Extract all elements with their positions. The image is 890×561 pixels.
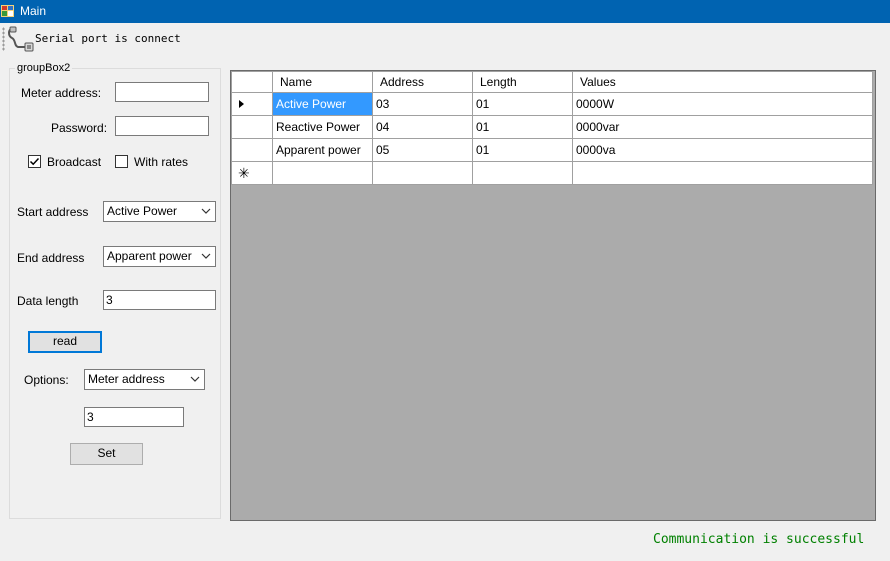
grid-corner-header[interactable]: [231, 71, 273, 93]
meter-address-input[interactable]: [115, 82, 209, 102]
start-address-combo[interactable]: Active Power: [103, 201, 216, 222]
new-row[interactable]: ✳: [231, 161, 873, 185]
read-button[interactable]: read: [28, 331, 102, 353]
end-address-label: End address: [17, 251, 85, 265]
cell-value[interactable]: 0000W: [572, 92, 873, 116]
checkmark-icon: [29, 157, 40, 166]
options-label: Options:: [24, 373, 69, 387]
cell-name[interactable]: Active Power: [272, 92, 373, 116]
window-title: Main: [20, 4, 47, 18]
row-header[interactable]: [231, 92, 273, 116]
with-rates-checkbox[interactable]: [115, 155, 128, 168]
broadcast-label: Broadcast: [47, 155, 102, 169]
broadcast-checkbox[interactable]: [28, 155, 41, 168]
options-value: Meter address: [88, 372, 165, 386]
end-address-combo[interactable]: Apparent power: [103, 246, 216, 267]
column-header-name[interactable]: Name: [272, 71, 373, 93]
password-input[interactable]: [115, 116, 209, 136]
cell-value[interactable]: 0000var: [572, 115, 873, 139]
end-address-value: Apparent power: [107, 249, 192, 263]
data-length-input[interactable]: 3: [103, 290, 216, 310]
password-label: Password:: [51, 121, 108, 135]
cell-address[interactable]: 05: [372, 138, 473, 162]
cell-length[interactable]: [472, 161, 573, 185]
toolbar-grip[interactable]: [2, 27, 5, 51]
data-grid[interactable]: Name Address Length Values Active Power …: [230, 70, 876, 521]
table-row[interactable]: Apparent power 05 01 0000va: [231, 138, 873, 162]
column-header-address[interactable]: Address: [372, 71, 473, 93]
row-header[interactable]: [231, 115, 273, 139]
new-row-asterisk-icon: ✳: [238, 165, 250, 181]
serial-port-icon: [8, 26, 34, 52]
column-header-values[interactable]: Values: [572, 71, 873, 93]
cell-address[interactable]: 03: [372, 92, 473, 116]
cell-name[interactable]: [272, 161, 373, 185]
title-bar: Main: [0, 0, 890, 23]
row-header[interactable]: [231, 138, 273, 162]
cell-length[interactable]: 01: [472, 92, 573, 116]
current-row-arrow-icon: [239, 100, 244, 108]
table-row[interactable]: Active Power 03 01 0000W: [231, 92, 873, 116]
data-grid-table: Name Address Length Values Active Power …: [231, 71, 873, 185]
serial-status-label: Serial port is connect: [35, 32, 181, 45]
chevron-down-icon: [201, 253, 211, 259]
start-address-value: Active Power: [107, 204, 178, 218]
grid-header-row: Name Address Length Values: [231, 71, 873, 93]
cell-address[interactable]: 04: [372, 115, 473, 139]
row-header[interactable]: ✳: [231, 161, 273, 185]
with-rates-label: With rates: [134, 155, 189, 169]
cell-value[interactable]: 0000va: [572, 138, 873, 162]
communication-status: Communication is successful: [653, 532, 865, 547]
options-value-input[interactable]: 3: [84, 407, 184, 427]
cell-length[interactable]: 01: [472, 138, 573, 162]
options-combo[interactable]: Meter address: [84, 369, 205, 390]
cell-name[interactable]: Reactive Power: [272, 115, 373, 139]
meter-address-label: Meter address:: [21, 86, 102, 100]
app-icon: [1, 5, 14, 17]
cell-address[interactable]: [372, 161, 473, 185]
data-length-label: Data length: [17, 294, 79, 308]
table-row[interactable]: Reactive Power 04 01 0000var: [231, 115, 873, 139]
column-header-length[interactable]: Length: [472, 71, 573, 93]
cell-length[interactable]: 01: [472, 115, 573, 139]
cell-name[interactable]: Apparent power: [272, 138, 373, 162]
chevron-down-icon: [190, 376, 200, 382]
cell-value[interactable]: [572, 161, 873, 185]
start-address-label: Start address: [17, 205, 89, 219]
chevron-down-icon: [201, 208, 211, 214]
set-button[interactable]: Set: [70, 443, 143, 465]
group-box-title: groupBox2: [15, 62, 73, 74]
toolbar: Serial port is connect: [0, 23, 890, 56]
